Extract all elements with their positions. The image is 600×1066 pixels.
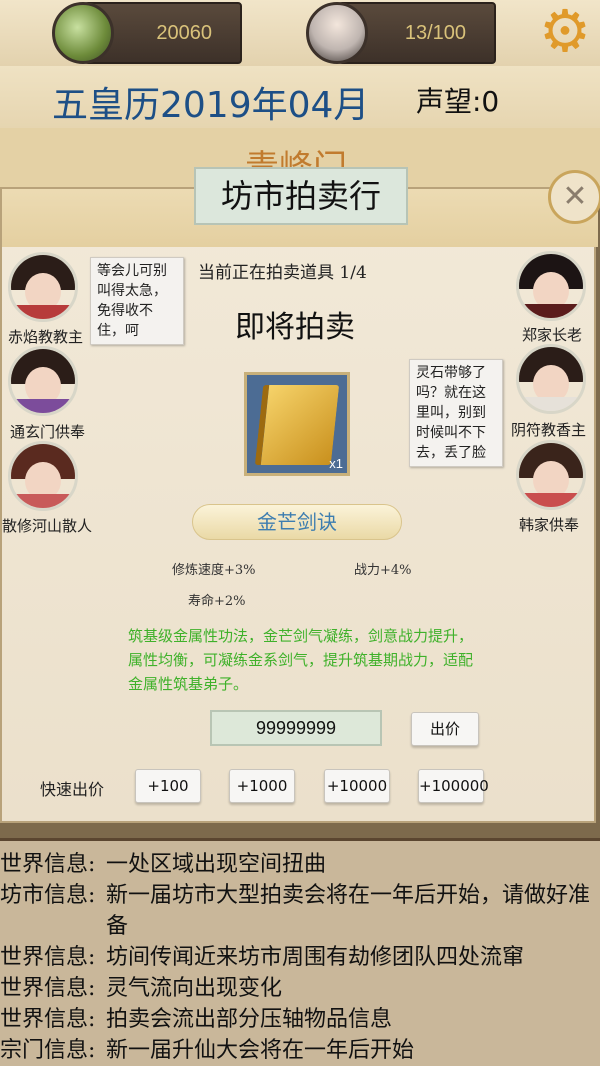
quick-bid-button-100000[interactable]: +100000 xyxy=(418,769,489,803)
message-text: 灵气流向出现变化 xyxy=(106,976,283,1001)
npc-name: 通玄门供奉 xyxy=(10,423,86,441)
npc-name: 散修河山散人 xyxy=(2,517,93,535)
item-slot[interactable]: x1 xyxy=(244,372,350,476)
list-item: 世界信息: 灵气流向出现变化 xyxy=(0,973,600,1004)
bid-button[interactable]: 出价 xyxy=(411,712,479,746)
item-quantity: x1 xyxy=(329,456,343,471)
avatar[interactable] xyxy=(8,252,78,322)
stat-cultivation-speed: 修炼速度+3% xyxy=(172,563,256,578)
message-category: 宗门信息: xyxy=(0,1038,96,1063)
spirit-stone-value: 20060 xyxy=(156,21,212,44)
npc-name: 阴符教香主 xyxy=(511,421,587,439)
avatar[interactable] xyxy=(516,440,586,510)
quick-bid-button-1000[interactable]: +1000 xyxy=(229,769,295,803)
message-category: 世界信息: xyxy=(0,945,96,970)
speech-bubble: 等会儿可别叫得太急，免得收不住，呵 xyxy=(90,257,184,345)
fame-value: 声望:0 xyxy=(416,85,500,118)
npc-name: 韩家供奉 xyxy=(519,516,580,534)
list-item: 世界信息: 坊间传闻近来坊市周围有劫修团队四处流窜 xyxy=(0,942,600,973)
book-icon xyxy=(254,385,340,465)
message-category: 世界信息: xyxy=(0,852,96,877)
message-category: 世界信息: xyxy=(0,976,96,1001)
avatar[interactable] xyxy=(8,346,78,416)
npc-name: 赤焰教教主 xyxy=(8,328,84,346)
message-category: 世界信息: xyxy=(0,1007,96,1032)
quick-bid-button-100[interactable]: +100 xyxy=(135,769,201,803)
quick-bid-label: 快速出价 xyxy=(40,780,105,799)
dialog-title: 坊市拍卖行 xyxy=(194,167,408,225)
list-item: 坊市信息: 新一届坊市大型拍卖会将在一年后开始，请做好准备 xyxy=(0,880,600,942)
stat-combat-power: 战力+4% xyxy=(354,563,412,578)
item-description: 筑基级金属性功法，金芒剑气凝练，剑意战力提升，属性均衡，可凝练金系剑气，提升筑基… xyxy=(128,627,474,693)
message-text: 坊间传闻近来坊市周围有劫修团队四处流窜 xyxy=(106,945,525,970)
quick-bid-button-10000[interactable]: +10000 xyxy=(324,769,390,803)
avatar[interactable] xyxy=(516,344,586,414)
calendar-date: 五皇历2019年04月 xyxy=(52,85,370,126)
message-text: 新一届坊市大型拍卖会将在一年后开始，请做好准备 xyxy=(106,883,591,939)
list-item: 宗门信息: 新一届升仙大会将在一年后开始 xyxy=(0,1035,600,1066)
message-log[interactable]: 世界信息: 一处区域出现空间扭曲 坊市信息: 新一届坊市大型拍卖会将在一年后开始… xyxy=(0,838,600,1066)
disciples-icon[interactable] xyxy=(306,2,368,64)
auction-state: 即将拍卖 xyxy=(235,310,355,345)
close-icon[interactable]: ✕ xyxy=(548,170,600,224)
disciple-count-value: 13/100 xyxy=(404,21,466,44)
gear-icon[interactable]: ⚙ xyxy=(536,2,594,60)
auction-progress: 当前正在拍卖道具 1/4 xyxy=(198,263,367,283)
jade-icon[interactable] xyxy=(52,2,114,64)
speech-bubble: 灵石带够了吗？就在这里叫，别到时候叫不下去，丢了脸 xyxy=(409,359,503,467)
list-item: 世界信息: 一处区域出现空间扭曲 xyxy=(0,849,600,880)
npc-name: 郑家长老 xyxy=(522,326,583,344)
message-text: 拍卖会流出部分压轴物品信息 xyxy=(106,1007,393,1032)
bid-amount-input[interactable] xyxy=(210,710,382,746)
avatar[interactable] xyxy=(8,441,78,511)
message-category: 坊市信息: xyxy=(0,883,96,908)
avatar[interactable] xyxy=(516,251,586,321)
item-name: 金芒剑诀 xyxy=(192,504,402,540)
message-text: 新一届升仙大会将在一年后开始 xyxy=(106,1038,415,1063)
stat-lifespan: 寿命+2% xyxy=(188,594,246,609)
list-item: 世界信息: 拍卖会流出部分压轴物品信息 xyxy=(0,1004,600,1035)
message-text: 一处区域出现空间扭曲 xyxy=(106,852,327,877)
